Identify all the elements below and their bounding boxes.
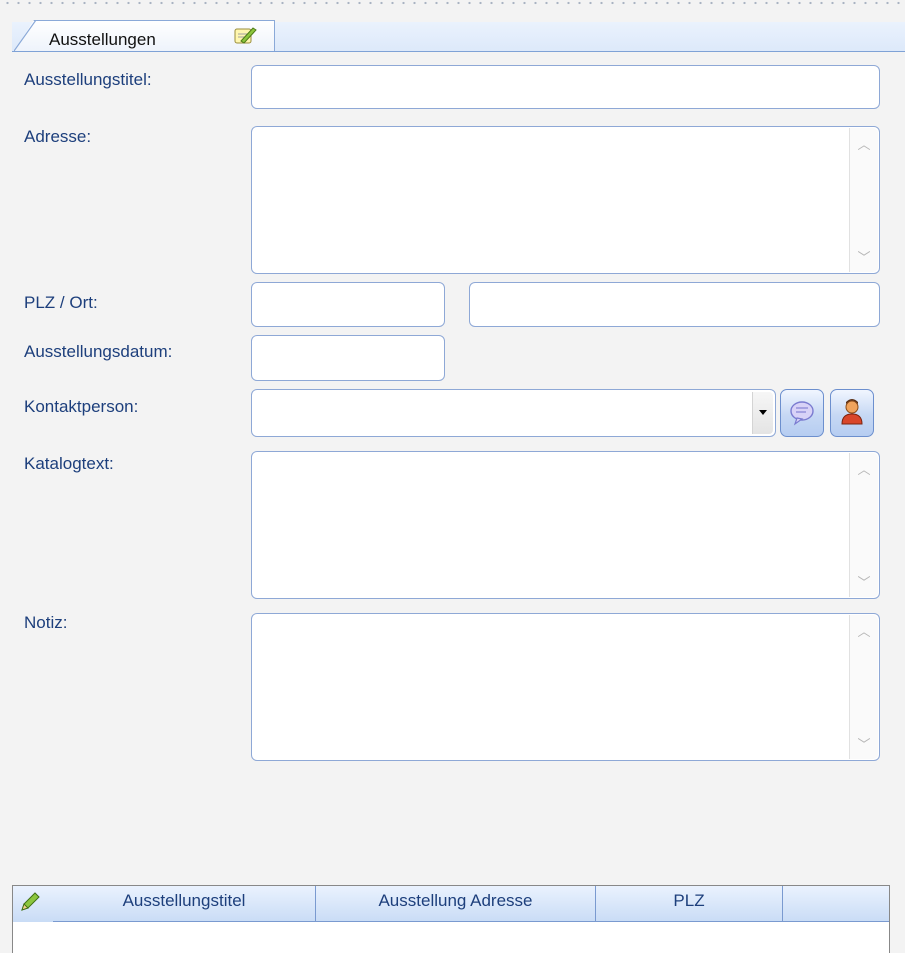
title-input[interactable] [251,65,880,109]
column-header-plz[interactable]: PLZ [596,886,783,922]
pencil-icon[interactable] [19,891,41,913]
catalog-textarea[interactable]: ︿ ﹀ [251,451,880,599]
scroll-up-icon[interactable]: ︿ [850,621,878,640]
column-header-label: Ausstellung Adresse [378,891,533,910]
person-icon [841,399,863,425]
contact-label: Kontaktperson: [24,397,139,416]
plz-input[interactable] [251,282,445,327]
tab-bar: Ausstellungen [12,20,905,52]
results-grid: Ausstellungstitel Ausstellung Adresse PL… [12,885,890,953]
contact-combobox[interactable] [251,389,776,437]
column-header-address[interactable]: Ausstellung Adresse [316,886,596,922]
note-textarea[interactable]: ︿ ﹀ [251,613,880,761]
grid-header: Ausstellungstitel Ausstellung Adresse PL… [13,886,889,922]
column-header-label: Ausstellungstitel [122,891,246,910]
contact-comment-button[interactable] [780,389,824,437]
note-scrollbar[interactable]: ︿ ﹀ [849,615,878,759]
scroll-up-icon[interactable]: ︿ [850,134,878,153]
address-scrollbar[interactable]: ︿ ﹀ [849,128,878,272]
address-textarea[interactable]: ︿ ﹀ [251,126,880,274]
dropdown-arrow-icon[interactable] [752,392,773,434]
tab-slant-edge [14,20,37,51]
date-label: Ausstellungsdatum: [24,342,173,361]
scroll-down-icon[interactable]: ﹀ [850,734,878,753]
column-header-label: PLZ [673,891,705,910]
contact-person-button[interactable] [830,389,874,437]
scroll-down-icon[interactable]: ﹀ [850,247,878,266]
title-label: Ausstellungstitel: [24,70,152,89]
ort-input[interactable] [469,282,880,327]
date-input[interactable] [251,335,445,381]
column-header-title[interactable]: Ausstellungstitel [53,886,316,922]
note-label: Notiz: [24,613,68,632]
speech-bubble-icon [790,401,814,426]
plz-ort-label: PLZ / Ort: [24,293,98,312]
top-dotted-border [0,0,905,6]
notepad-edit-icon [234,27,257,44]
scroll-up-icon[interactable]: ︿ [850,459,878,478]
catalog-scrollbar[interactable]: ︿ ﹀ [849,453,878,597]
catalog-label: Katalogtext: [24,454,114,473]
tab-label: Ausstellungen [49,30,156,49]
scroll-down-icon[interactable]: ﹀ [850,572,878,591]
column-header-empty[interactable] [783,886,889,922]
address-label: Adresse: [24,127,92,146]
